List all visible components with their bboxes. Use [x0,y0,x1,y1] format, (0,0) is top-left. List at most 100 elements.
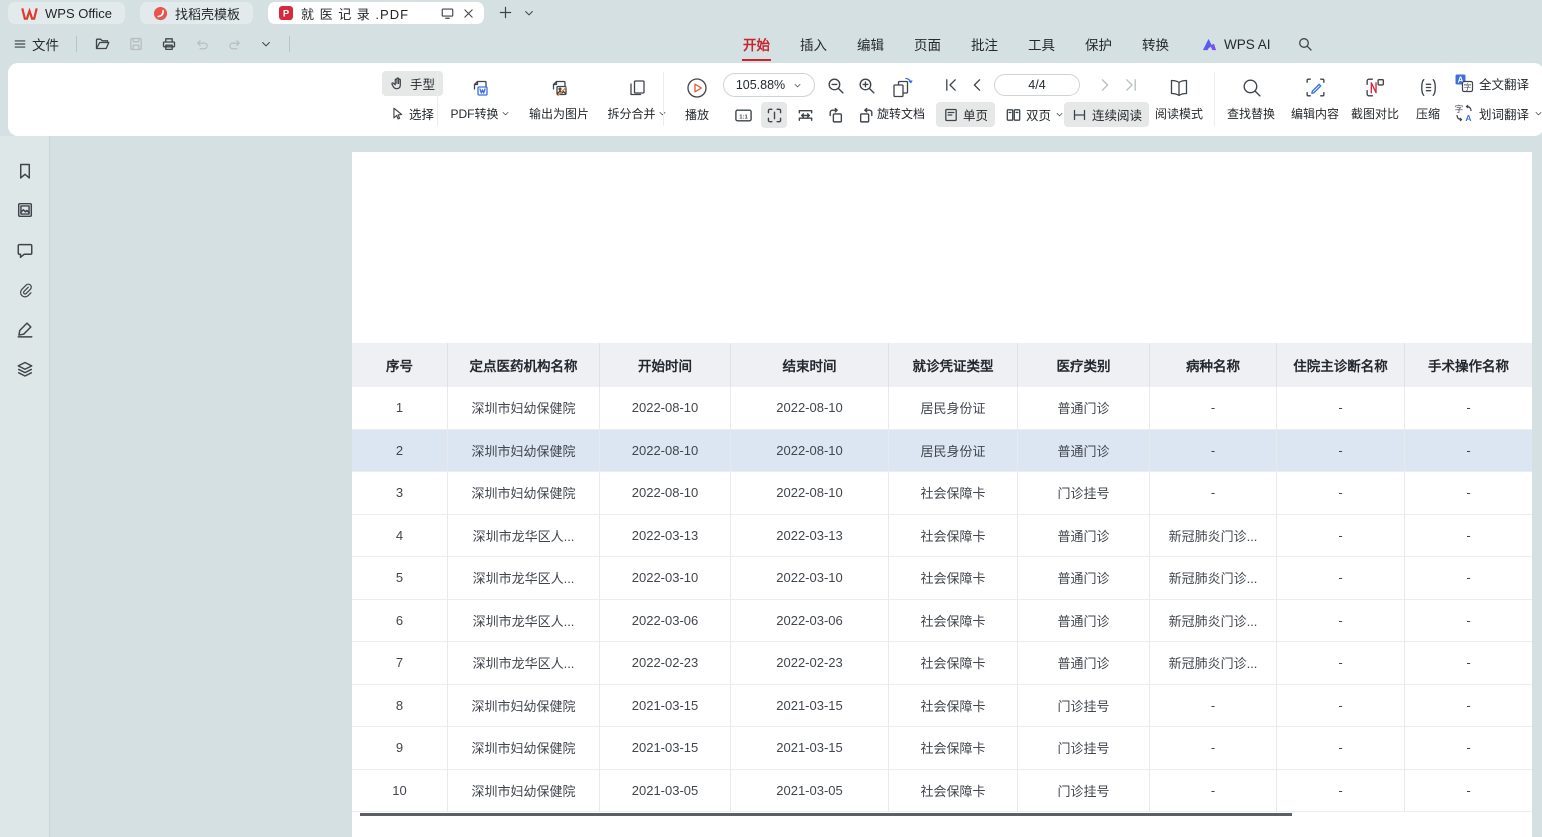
table-row-1[interactable]: 1深圳市妇幼保健院2022-08-102022-08-10居民身份证普通门诊--… [352,387,1532,430]
table-row-7[interactable]: 7深圳市龙华区人...2022-02-232022-02-23社会保障卡普通门诊… [352,642,1532,685]
tab-label: 找稻壳模板 [175,4,240,23]
table-cell: - [1150,472,1277,515]
select-tool-button[interactable]: 选择 [382,101,443,126]
new-tab-icon[interactable] [498,5,513,20]
file-menu-label: 文件 [32,34,59,54]
single-page-icon [943,107,959,123]
print-icon[interactable] [158,34,180,54]
table-row-3[interactable]: 3深圳市妇幼保健院2022-08-102022-08-10社会保障卡门诊挂号--… [352,472,1532,515]
export-image-button[interactable]: 输出为图片 [518,68,600,130]
annotation-pen-button[interactable] [7,313,43,345]
tab-wps-office[interactable]: WPS Office [8,2,125,24]
menu-tab-6[interactable]: 保护 [1075,26,1122,62]
save-icon[interactable] [125,34,147,54]
actual-size-icon[interactable]: 1:1 [730,102,756,128]
page-bottom-rule [360,813,1292,816]
table-row-2[interactable]: 2深圳市妇幼保健院2022-08-102022-08-10居民身份证普通门诊--… [352,430,1532,473]
menu-tab-4[interactable]: 批注 [961,26,1008,62]
previous-page-icon[interactable] [966,74,988,96]
comment-button[interactable] [7,234,43,266]
play-button[interactable]: 播放 [670,68,724,130]
table-row-9[interactable]: 9深圳市妇幼保健院2021-03-152021-03-15社会保障卡门诊挂号--… [352,727,1532,770]
pdf-convert-button[interactable]: PDF转换 [442,68,518,130]
menu-search-icon[interactable] [1295,34,1315,54]
layers-button[interactable] [7,353,43,385]
svg-text:字: 字 [1455,104,1464,115]
zoom-out-icon[interactable] [822,72,848,98]
word-translate-button[interactable]: 字A 划词翻译 [1454,101,1542,125]
screenshot-compare-icon [1364,76,1387,99]
table-cell: - [1277,472,1405,515]
rotate-left-icon[interactable] [822,102,848,128]
table-row-8[interactable]: 8深圳市妇幼保健院2021-03-152021-03-15社会保障卡门诊挂号--… [352,685,1532,728]
pdf-page: 序号定点医药机构名称开始时间结束时间就诊凭证类型医疗类别病种名称住院主诊断名称手… [352,152,1532,837]
zoom-level-dropdown[interactable]: 105.88% [723,73,815,97]
page-number-input[interactable] [994,74,1080,96]
table-cell: 深圳市龙华区人... [448,515,600,558]
table-row-4[interactable]: 4深圳市龙华区人...2022-03-132022-03-13社会保障卡普通门诊… [352,515,1532,558]
compress-button[interactable]: 压缩 [1406,68,1450,130]
next-page-icon[interactable] [1094,74,1116,96]
menu-tab-1[interactable]: 插入 [790,26,837,62]
last-page-icon[interactable] [1120,74,1142,96]
wps-ai-button[interactable]: WPS AI [1201,37,1271,52]
table-row-5[interactable]: 5深圳市龙华区人...2022-03-102022-03-10社会保障卡普通门诊… [352,557,1532,600]
file-menu-button[interactable]: 文件 [10,32,62,56]
table-cell: 社会保障卡 [889,727,1018,770]
divider [1214,72,1215,126]
bookmark-button[interactable] [7,155,43,187]
full-translate-icon: A字 [1454,73,1474,93]
column-header-5: 医疗类别 [1018,343,1150,387]
menu-tab-7[interactable]: 转换 [1132,26,1179,62]
hand-tool-label: 手型 [410,74,435,93]
menu-tab-0[interactable]: 开始 [733,26,780,62]
find-replace-button[interactable]: 查找替换 [1220,68,1282,130]
table-cell: 深圳市妇幼保健院 [448,387,600,430]
tab-docer-templates[interactable]: 找稻壳模板 [140,2,253,24]
close-tab-icon[interactable] [462,7,475,20]
read-mode-button[interactable]: 阅读模式 [1150,68,1208,130]
open-folder-icon[interactable] [91,34,114,54]
hand-tool-button[interactable]: 手型 [382,71,443,96]
fit-page-icon[interactable] [761,102,787,128]
thumbnail-button[interactable] [7,194,43,226]
tab-label: WPS Office [45,6,112,21]
quickbar-more-chevron-icon[interactable] [257,36,275,52]
screenshot-compare-button[interactable]: 截图对比 [1344,68,1406,130]
menu-tab-2[interactable]: 编辑 [847,26,894,62]
rotate-document-button[interactable]: 旋转文档 [870,68,932,130]
table-row-6[interactable]: 6深圳市龙华区人...2022-03-062022-03-06社会保障卡普通门诊… [352,600,1532,643]
menu-tab-5[interactable]: 工具 [1018,26,1065,62]
full-translate-button[interactable]: A字 全文翻译 [1454,71,1542,95]
table-cell: 普通门诊 [1018,557,1150,600]
table-cell: - [1405,430,1532,473]
medical-records-table: 序号定点医药机构名称开始时间结束时间就诊凭证类型医疗类别病种名称住院主诊断名称手… [352,343,1532,812]
table-cell: 2021-03-15 [731,727,889,770]
table-cell: 2021-03-15 [731,685,889,728]
chevron-down-icon [658,109,667,118]
menu-tab-3[interactable]: 页面 [904,26,951,62]
fit-width-icon[interactable] [792,102,818,128]
table-cell: - [1277,685,1405,728]
wps-ai-logo-icon [1201,37,1218,52]
thumbnail-icon [16,201,34,219]
table-row-10[interactable]: 10深圳市妇幼保健院2021-03-052021-03-05社会保障卡门诊挂号-… [352,770,1532,813]
table-cell: 社会保障卡 [889,600,1018,643]
tab-label: 就 医 记 录 .PDF [301,4,433,23]
double-page-toggle[interactable]: 双页 [998,102,1071,127]
comment-icon [16,241,34,259]
monitor-icon[interactable] [440,6,455,20]
tab-document-pdf[interactable]: P 就 医 记 录 .PDF [268,2,484,24]
divider [76,36,77,52]
single-page-label: 单页 [963,105,988,124]
compress-label: 压缩 [1416,105,1440,122]
first-page-icon[interactable] [940,74,962,96]
redo-icon[interactable] [224,35,246,54]
attachment-button[interactable] [7,274,43,306]
edit-content-button[interactable]: 编辑内容 [1284,68,1346,130]
tab-list-chevron-icon[interactable] [523,7,535,19]
continuous-reading-toggle[interactable]: 连续阅读 [1064,102,1149,127]
single-page-toggle[interactable]: 单页 [936,102,995,127]
undo-icon[interactable] [191,35,213,54]
table-cell: 新冠肺炎门诊... [1150,557,1277,600]
